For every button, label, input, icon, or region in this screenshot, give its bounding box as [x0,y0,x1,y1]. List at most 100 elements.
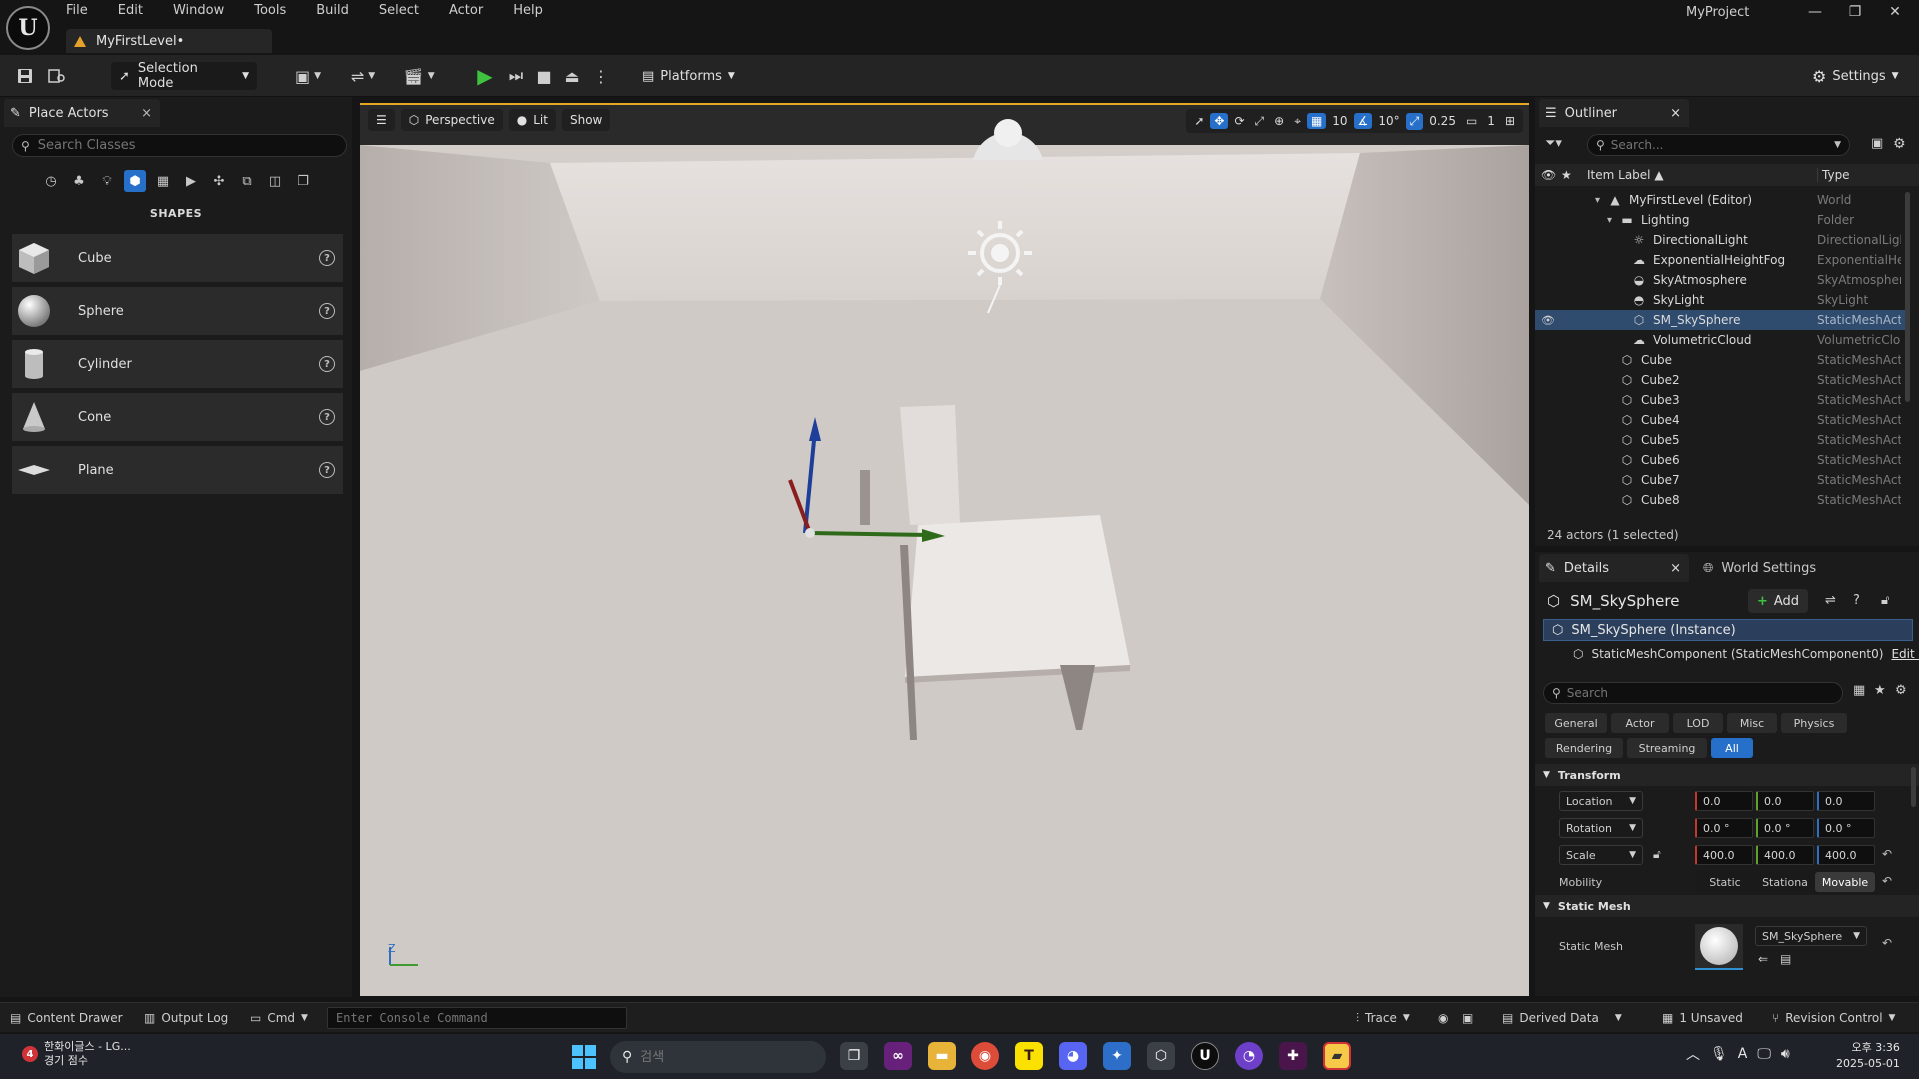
details-tab[interactable]: ✎ Details × [1539,554,1689,582]
sticky-notes-icon[interactable]: ▰ [1323,1042,1351,1070]
outliner-scrollbar[interactable] [1905,192,1910,402]
expand-arrow-icon[interactable]: ▾ [1595,195,1607,206]
outliner-row[interactable]: ⬡ Cube4 StaticMeshActor [1535,410,1905,430]
shape-item-cube[interactable]: Cube ? [12,234,343,282]
platforms-dropdown[interactable]: ▤ Platforms ▼ [642,64,735,88]
clock[interactable]: 오후 3:36 2025-05-01 [1836,1040,1900,1072]
help-icon[interactable]: ? [319,409,335,425]
shape-item-cylinder[interactable]: Cylinder ? [12,340,343,388]
filter-lod[interactable]: LOD [1673,713,1723,733]
rotation-y-field[interactable]: 0.0 ° [1756,818,1814,838]
selection-mode-dropdown[interactable]: ➚ Selection Mode ▼ [111,61,257,91]
visual-studio-icon[interactable]: ∞ [884,1042,912,1070]
reset-icon[interactable]: ↶ [1882,847,1892,861]
static-mesh-section-header[interactable]: ▼ Static Mesh [1535,895,1919,917]
add-component-button[interactable]: + Add [1748,589,1808,613]
filter-icon[interactable]: ⏷▾ [1545,136,1562,151]
file-explorer-icon[interactable]: ▬ [928,1042,956,1070]
outliner-row[interactable]: ▾ ▬ Lighting Folder [1535,210,1905,230]
task-view-icon[interactable]: ❐ [840,1042,868,1070]
ime-icon[interactable]: A [1738,1046,1748,1062]
outliner-row[interactable]: ☼ DirectionalLight DirectionalLight [1535,230,1905,250]
derived-data-dropdown[interactable]: ▤ Derived Data ▼ [1502,1009,1622,1027]
more-classes-icon[interactable]: ❐ [292,170,314,192]
show-button[interactable]: Show [561,109,611,131]
add-folder-icon[interactable]: ▣ [1871,136,1883,151]
outliner-row[interactable]: ⬡ Cube StaticMeshActor [1535,350,1905,370]
mesh-thumbnail[interactable] [1695,924,1743,970]
grid-snap-value[interactable]: 10 [1328,114,1351,128]
outliner-row[interactable]: ⬡ Cube5 StaticMeshActor [1535,430,1905,450]
chevron-down-icon[interactable]: ▼ [1834,140,1841,150]
filter-physics[interactable]: Physics [1781,713,1847,733]
details-scrollbar[interactable] [1911,767,1916,807]
scale-mode-dropdown[interactable]: Scale ▼ [1559,845,1643,865]
outliner-row[interactable]: ◒ SkyAtmosphere SkyAtmosphere [1535,270,1905,290]
outliner-row[interactable]: 👁︎ ⬡ SM_SkySphere StaticMeshActor [1535,310,1905,330]
discord-icon[interactable]: ◕ [1059,1042,1087,1070]
help-icon[interactable]: ? [319,356,335,372]
outliner-row[interactable]: ▾ ▲ MyFirstLevel (Editor) World [1535,190,1905,210]
filter-all[interactable]: All [1711,738,1753,758]
location-y-field[interactable]: 0.0 [1756,791,1814,811]
rotation-mode-dropdown[interactable]: Rotation ▼ [1559,818,1643,838]
static-mesh-asset-dropdown[interactable]: SM_SkySphere ▼ [1755,926,1867,946]
news-widget[interactable]: 4 한화이글스 - LG... 경기 점수 [22,1040,131,1068]
scale-snap-icon[interactable]: ⤢ [1405,112,1424,130]
blueprint-icon[interactable]: ⇌ ▼ [343,65,383,87]
outliner-tab[interactable]: ☰ Outliner × [1539,99,1689,127]
details-search-input[interactable] [1566,686,1817,700]
reset-icon[interactable]: ↶ [1882,936,1892,950]
github-icon[interactable]: ◔ [1235,1042,1263,1070]
rotation-z-field[interactable]: 0.0 ° [1817,818,1875,838]
edit-link[interactable]: Edit i [1891,647,1919,661]
world-space-icon[interactable]: ⊕ [1270,114,1288,128]
lights-icon[interactable]: 💡︎ [96,170,118,192]
add-actor-icon[interactable]: ▣ ▼ [288,65,328,87]
item-label-column[interactable]: Item Label ▲ [1587,168,1664,182]
cinematics-icon[interactable]: 🎬︎ ▼ [399,65,439,87]
cmd-dropdown[interactable]: ▭ Cmd ▼ [250,1009,308,1027]
chevron-up-icon[interactable]: ︿ [1686,1044,1700,1064]
network-icon[interactable]: 🖵︎ [1757,1046,1771,1062]
filter-actor[interactable]: Actor [1611,713,1669,733]
gear-icon[interactable]: ⚙ [1895,683,1907,698]
microphone-icon[interactable]: 🎙︎ [1710,1046,1728,1062]
filter-general[interactable]: General [1545,713,1607,733]
level-viewport[interactable]: Z ☰ ⬡ Perspective ● Lit Show ➚ ✥ ⟳ ⤢ ⊕ ⌖ ▦… [360,103,1529,996]
close-icon[interactable]: × [1670,561,1681,576]
volumes-icon[interactable]: ✣ [208,170,230,192]
insights-icon[interactable]: ◉ [1438,1009,1448,1027]
filter-misc[interactable]: Misc [1727,713,1777,733]
eject-icon[interactable]: ⏏︎ [561,65,583,87]
scale-z-field[interactable]: 400.0 [1817,845,1875,865]
place-actors-tab[interactable]: ✎ Place Actors × [4,99,160,127]
unsaved-button[interactable]: ▦ 1 Unsaved [1662,1009,1743,1027]
kakaotalk-icon[interactable]: T [1015,1042,1043,1070]
outliner-row[interactable]: ☁ ExponentialHeightFog ExponentialHeightFo… [1535,250,1905,270]
outliner-row[interactable]: ⬡ Cube2 StaticMeshActor [1535,370,1905,390]
revision-control-dropdown[interactable]: ⑂ Revision Control ▼ [1772,1009,1895,1027]
trace-dropdown[interactable]: ⫶ Trace ▼ [1356,1009,1410,1027]
perspective-button[interactable]: ⬡ Perspective [400,109,503,131]
menu-build[interactable]: Build [316,3,349,23]
stop-icon[interactable]: ■ [533,65,555,87]
restore-button[interactable]: ❐ [1835,0,1875,24]
scale-x-field[interactable]: 400.0 [1695,845,1753,865]
mobility-static[interactable]: Static [1695,872,1755,892]
menu-actor[interactable]: Actor [449,3,483,23]
menu-window[interactable]: Window [173,3,224,23]
step-icon[interactable]: ⏭︎ [505,65,527,87]
visibility-icon[interactable]: 👁︎ [1541,314,1557,327]
translate-icon[interactable]: ✥ [1210,113,1229,129]
outliner-row[interactable]: ⬡ Cube6 StaticMeshActor [1535,450,1905,470]
minimize-button[interactable]: — [1795,0,1835,24]
lock-icon[interactable]: 🔓︎ [1881,593,1889,608]
level-tab[interactable]: MyFirstLevel• [66,29,272,53]
shape-item-plane[interactable]: Plane ? [12,446,343,494]
grid-snap-icon[interactable]: ▦ [1306,113,1327,129]
chrome-icon[interactable]: ◉ [971,1042,999,1070]
help-icon[interactable]: ? [1853,593,1860,608]
menu-edit[interactable]: Edit [118,3,143,23]
rotate-icon[interactable]: ⟳ [1230,114,1248,128]
